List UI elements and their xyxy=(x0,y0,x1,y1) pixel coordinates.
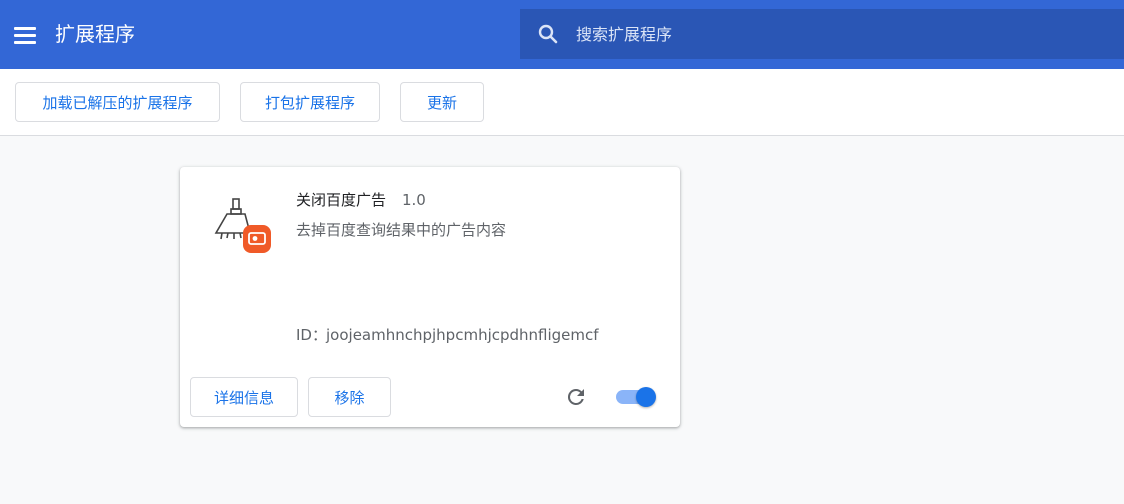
pack-extension-button[interactable]: 打包扩展程序 xyxy=(240,82,380,122)
extension-name: 关闭百度广告 xyxy=(296,191,387,209)
extension-description: 去掉百度查询结果中的广告内容 xyxy=(296,221,507,239)
search-bar[interactable] xyxy=(520,9,1124,59)
details-button[interactable]: 详细信息 xyxy=(190,377,298,417)
top-bar: 扩展程序 xyxy=(0,0,1124,69)
enable-toggle[interactable] xyxy=(616,387,656,407)
search-input[interactable] xyxy=(576,9,1116,59)
load-unpacked-button[interactable]: 加载已解压的扩展程序 xyxy=(15,82,220,122)
toolbar: 加载已解压的扩展程序 打包扩展程序 更新 xyxy=(0,69,1124,136)
extension-card: 关闭百度广告 1.0 去掉百度查询结果中的广告内容 ID： joojeamhnc… xyxy=(180,167,680,427)
remove-button[interactable]: 移除 xyxy=(308,377,391,417)
broom-icon xyxy=(214,198,271,253)
search-icon xyxy=(538,24,558,44)
reload-icon[interactable] xyxy=(564,385,588,409)
extension-version: 1.0 xyxy=(402,191,426,209)
menu-icon[interactable] xyxy=(14,22,40,48)
extension-id-label: ID： xyxy=(296,326,327,344)
extension-id: joojeamhnchpjhpcmhjcpdhnfligemcf xyxy=(326,326,599,344)
update-button[interactable]: 更新 xyxy=(400,82,484,122)
page-title: 扩展程序 xyxy=(55,22,135,46)
toggle-knob xyxy=(636,387,656,407)
